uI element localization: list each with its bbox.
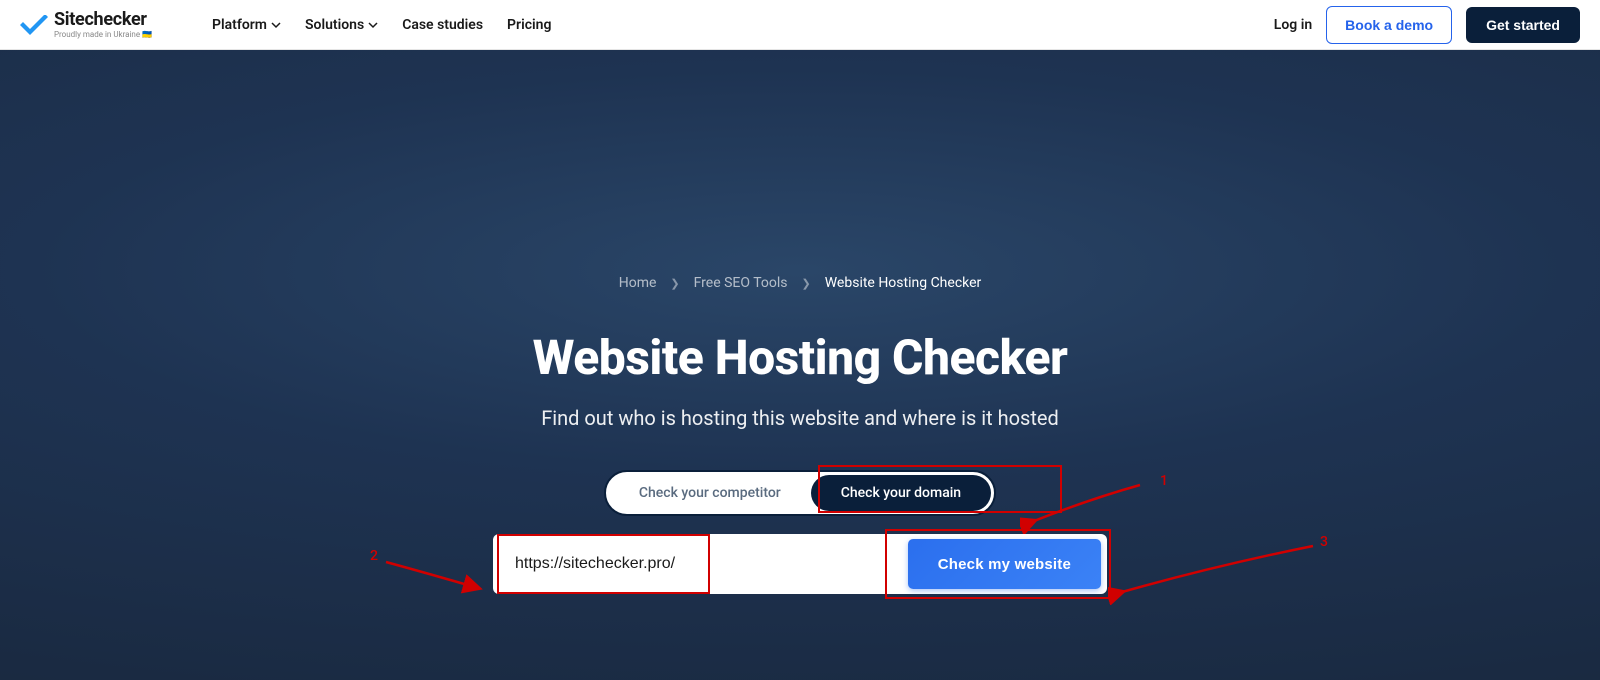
annotation-1-label: 1	[1160, 473, 1168, 489]
check-website-button[interactable]: Check my website	[908, 539, 1101, 589]
toggle-domain[interactable]: Check your domain	[811, 475, 991, 511]
header-left: Sitechecker Proudly made in Ukraine 🇺🇦 P…	[20, 11, 551, 39]
nav-pricing[interactable]: Pricing	[507, 17, 551, 33]
annotation-1: 1	[1020, 473, 1160, 533]
login-link[interactable]: Log in	[1274, 17, 1312, 33]
arrow-icon	[380, 556, 490, 601]
nav-solutions-label: Solutions	[305, 17, 364, 33]
annotation-2-label: 2	[370, 548, 378, 564]
breadcrumb-home[interactable]: Home	[619, 275, 657, 291]
mode-toggle: Check your competitor Check your domain	[604, 470, 996, 516]
search-wrapper: Check my website	[493, 534, 1107, 594]
header-right: Log in Book a demo Get started	[1274, 6, 1580, 44]
nav-platform[interactable]: Platform	[212, 17, 281, 33]
breadcrumb-current: Website Hosting Checker	[825, 275, 982, 291]
arrow-icon	[1108, 540, 1323, 605]
hero-section: Home ❯ Free SEO Tools ❯ Website Hosting …	[0, 50, 1600, 680]
toggle-competitor[interactable]: Check your competitor	[609, 475, 811, 511]
annotation-3-label: 3	[1320, 534, 1328, 550]
header: Sitechecker Proudly made in Ukraine 🇺🇦 P…	[0, 0, 1600, 50]
breadcrumb-tools[interactable]: Free SEO Tools	[694, 275, 788, 291]
nav-case-studies[interactable]: Case studies	[402, 17, 483, 33]
chevron-right-icon: ❯	[670, 277, 679, 290]
get-started-button[interactable]: Get started	[1466, 7, 1580, 43]
chevron-down-icon	[271, 20, 281, 30]
logo-text: Sitechecker Proudly made in Ukraine 🇺🇦	[54, 11, 152, 39]
arrow-icon	[1020, 479, 1150, 534]
main-nav: Platform Solutions Case studies Pricing	[212, 17, 551, 33]
chevron-right-icon: ❯	[802, 277, 811, 290]
check-icon	[20, 15, 48, 35]
book-demo-button[interactable]: Book a demo	[1326, 6, 1452, 44]
page-title: Website Hosting Checker	[533, 329, 1068, 386]
annotation-2: 2	[370, 548, 490, 598]
toggle-wrapper: Check your competitor Check your domain	[604, 470, 996, 516]
nav-platform-label: Platform	[212, 17, 267, 33]
logo-tagline: Proudly made in Ukraine 🇺🇦	[54, 31, 152, 39]
nav-pricing-label: Pricing	[507, 17, 551, 33]
nav-solutions[interactable]: Solutions	[305, 17, 378, 33]
breadcrumb: Home ❯ Free SEO Tools ❯ Website Hosting …	[619, 275, 982, 291]
url-input[interactable]	[493, 539, 908, 589]
chevron-down-icon	[368, 20, 378, 30]
search-bar: Check my website	[493, 534, 1107, 594]
nav-case-studies-label: Case studies	[402, 17, 483, 33]
annotation-3: 3	[1108, 534, 1328, 604]
page-subtitle: Find out who is hosting this website and…	[541, 406, 1059, 430]
logo[interactable]: Sitechecker Proudly made in Ukraine 🇺🇦	[20, 11, 152, 39]
logo-name: Sitechecker	[54, 11, 152, 29]
